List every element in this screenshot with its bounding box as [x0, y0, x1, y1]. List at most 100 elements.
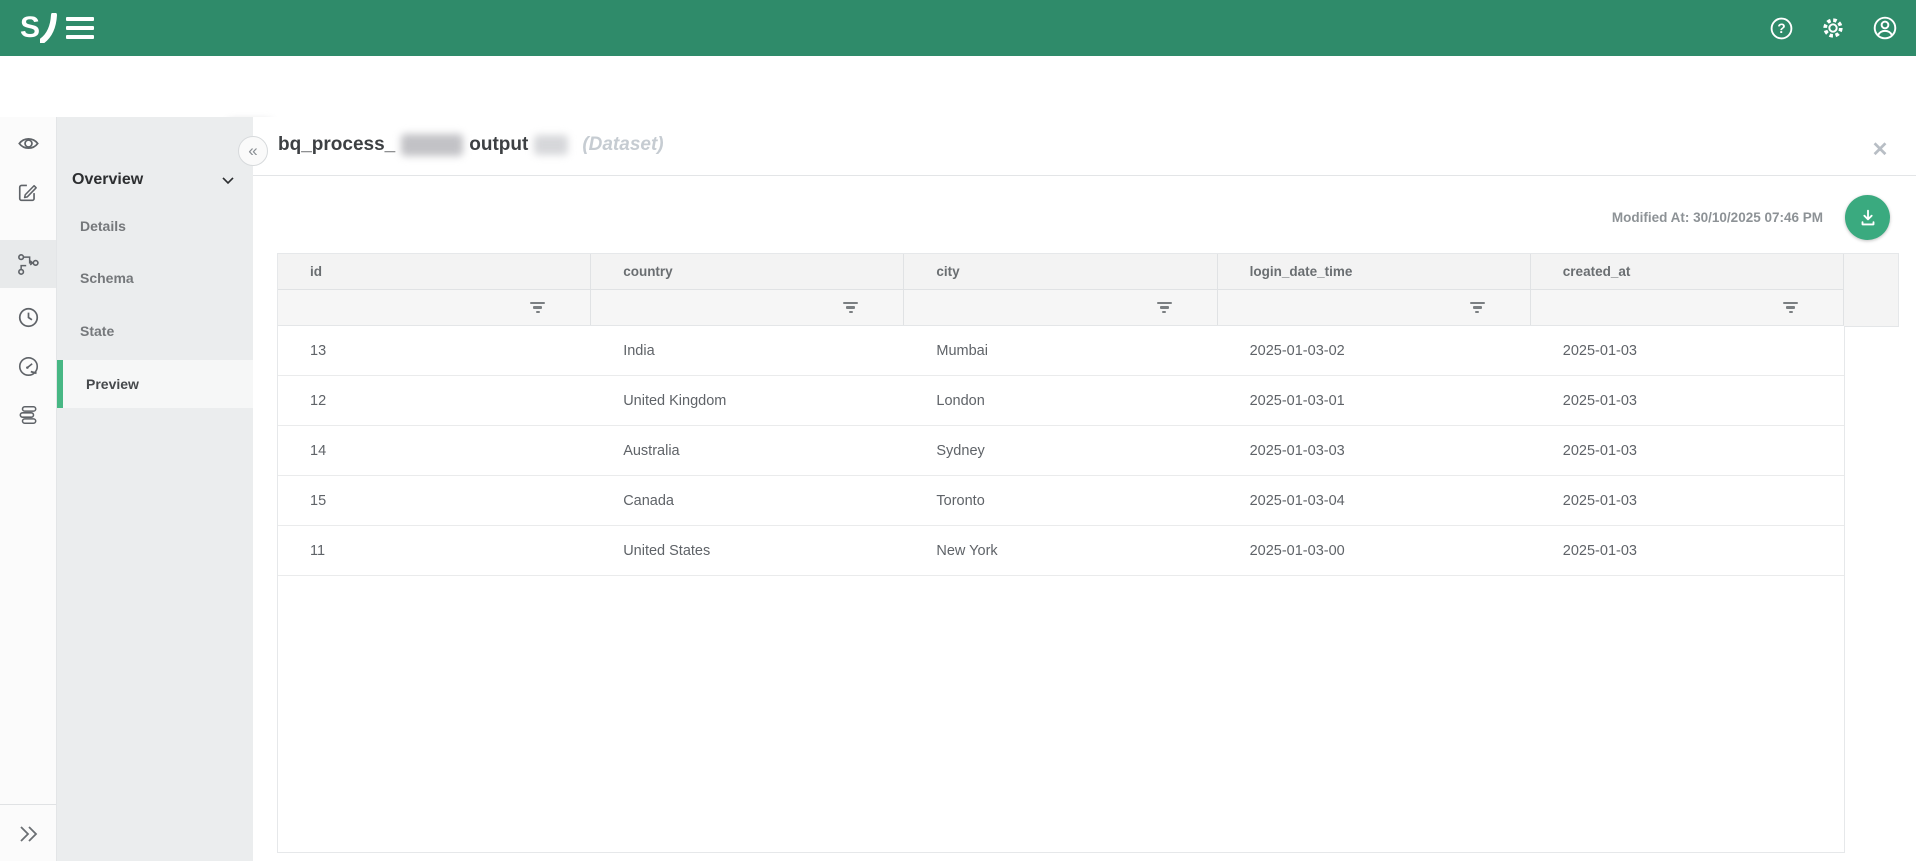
table-filter-row [278, 290, 1844, 326]
edit-icon [17, 181, 39, 203]
table-row[interactable]: 12United KingdomLondon2025-01-03-012025-… [278, 376, 1844, 426]
dataset-name-tail-redaction [534, 135, 568, 155]
hamburger-menu-icon[interactable] [66, 17, 94, 39]
rail-item-monitor[interactable] [0, 342, 56, 390]
table-cell: 14 [278, 426, 591, 475]
sidebar-item-schema[interactable]: Schema [57, 254, 253, 302]
table-cell: 2025-01-03-03 [1218, 426, 1531, 475]
close-icon: ✕ [1872, 137, 1889, 162]
rail-item-workflow[interactable] [0, 240, 56, 288]
filter-icon[interactable] [1783, 302, 1798, 314]
modified-at-text: Modified At: 30/10/2025 07:46 PM [1243, 210, 1823, 225]
secondary-sidebar: Overview Details Schema State Preview [57, 117, 253, 861]
top-bar: S ? [0, 0, 1916, 56]
rail-item-history[interactable] [0, 293, 56, 341]
settings-gear-icon[interactable] [1820, 15, 1846, 41]
gauge-icon [17, 355, 40, 378]
dataset-name-redaction [401, 134, 463, 156]
table-cell: 2025-01-03 [1531, 376, 1844, 425]
table-cell: 15 [278, 476, 591, 525]
layers-icon [17, 404, 39, 426]
toolbar: BQ_Process_ Development Workflow Interac… [0, 56, 1916, 118]
logo-swoosh-icon [40, 13, 58, 43]
table-cell: 2025-01-03 [1531, 476, 1844, 525]
table-cell: 2025-01-03-04 [1218, 476, 1531, 525]
table-cell: 2025-01-03 [1531, 426, 1844, 475]
back-chevrons-icon: « [248, 141, 257, 161]
download-button[interactable] [1845, 195, 1890, 240]
download-icon [1857, 207, 1879, 229]
logo-letter: S [20, 13, 40, 43]
sidebar-item-label: Preview [86, 376, 139, 392]
table-cell: 2025-01-03-01 [1218, 376, 1531, 425]
table-cell: London [904, 376, 1217, 425]
close-panel-button[interactable]: ✕ [1867, 136, 1893, 162]
table-cell: New York [904, 526, 1217, 575]
rail-item-edit[interactable] [0, 168, 56, 216]
table-cell: 12 [278, 376, 591, 425]
rail-item-data[interactable] [0, 391, 56, 439]
filter-icon[interactable] [843, 302, 858, 314]
table-cell: Mumbai [904, 326, 1217, 375]
table-body: 13IndiaMumbai2025-01-03-022025-01-0312Un… [278, 326, 1844, 576]
rail-expand-button[interactable] [0, 804, 56, 861]
column-header-id[interactable]: id [278, 254, 591, 289]
sidebar-item-details[interactable]: Details [57, 202, 253, 250]
clock-icon [17, 306, 40, 329]
sidebar-item-state[interactable]: State [57, 307, 253, 355]
account-icon[interactable] [1872, 15, 1898, 41]
column-header-login_date_time[interactable]: login_date_time [1218, 254, 1531, 289]
table-cell: 2025-01-03-00 [1218, 526, 1531, 575]
filter-icon[interactable] [530, 302, 545, 314]
table-cell: 11 [278, 526, 591, 575]
table-row[interactable]: 15CanadaToronto2025-01-03-042025-01-03 [278, 476, 1844, 526]
brand-logo[interactable]: S [20, 10, 60, 46]
filter-cell-login_date_time[interactable] [1218, 290, 1531, 325]
dataset-type-label: (Dataset) [582, 134, 663, 156]
table-row[interactable]: 14AustraliaSydney2025-01-03-032025-01-03 [278, 426, 1844, 476]
eye-icon [17, 132, 40, 155]
filter-cell-created_at[interactable] [1531, 290, 1844, 325]
table-cell: United Kingdom [591, 376, 904, 425]
sidebar-item-label: State [80, 323, 114, 339]
app-window: S ? [0, 0, 1916, 861]
sidebar-item-label: Schema [80, 270, 134, 286]
sidebar-section-overview[interactable]: Overview [72, 170, 238, 190]
table-cell: Australia [591, 426, 904, 475]
workflow-icon [17, 253, 40, 276]
table-cell: 13 [278, 326, 591, 375]
table-header-row: idcountrycitylogin_date_timecreated_at [278, 253, 1844, 290]
table-cell: Toronto [904, 476, 1217, 525]
dataset-name-prefix: bq_process_ [278, 134, 395, 156]
filter-cell-id[interactable] [278, 290, 591, 325]
filter-cell-city[interactable] [904, 290, 1217, 325]
collapse-sidebar-button[interactable]: « [238, 136, 268, 166]
table-cell: Canada [591, 476, 904, 525]
sidebar-item-preview[interactable]: Preview [57, 360, 253, 408]
sidebar-item-label: Details [80, 218, 126, 234]
left-icon-rail [0, 117, 57, 861]
table-cell: 2025-01-03 [1531, 526, 1844, 575]
chevron-down-icon [218, 170, 238, 190]
table-header-spacer [1844, 253, 1899, 327]
svg-text:?: ? [1777, 21, 1785, 36]
filter-icon[interactable] [1157, 302, 1172, 314]
column-header-created_at[interactable]: created_at [1531, 254, 1844, 289]
dataset-title: bq_process_ output (Dataset) [278, 134, 664, 156]
column-header-country[interactable]: country [591, 254, 904, 289]
main-panel: « bq_process_ output (Dataset) ✕ Modifie… [253, 117, 1916, 861]
help-icon[interactable]: ? [1769, 16, 1794, 41]
dataset-name-suffix: output [469, 134, 528, 156]
filter-icon[interactable] [1470, 302, 1485, 314]
table-cell: 2025-01-03-02 [1218, 326, 1531, 375]
header-divider [253, 175, 1916, 176]
double-chevron-right-icon [16, 824, 40, 844]
column-header-city[interactable]: city [904, 254, 1217, 289]
table-row[interactable]: 11United StatesNew York2025-01-03-002025… [278, 526, 1844, 576]
table-cell: United States [591, 526, 904, 575]
table-cell: Sydney [904, 426, 1217, 475]
rail-item-view[interactable] [0, 119, 56, 167]
filter-cell-country[interactable] [591, 290, 904, 325]
preview-table: idcountrycitylogin_date_timecreated_at 1… [277, 253, 1845, 853]
table-row[interactable]: 13IndiaMumbai2025-01-03-022025-01-03 [278, 326, 1844, 376]
